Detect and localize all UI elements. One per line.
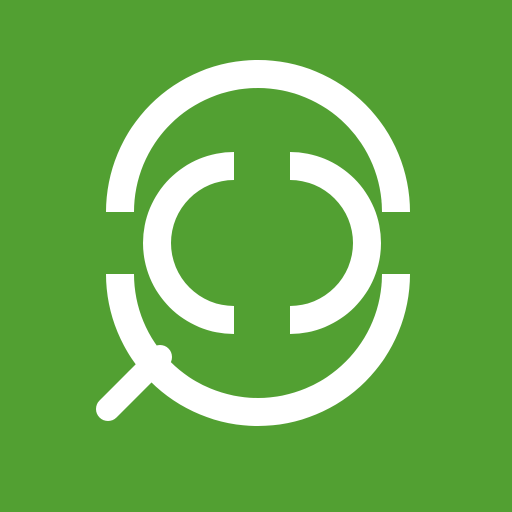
app-icon [0,0,512,512]
magnifier-search-icon [0,0,512,512]
